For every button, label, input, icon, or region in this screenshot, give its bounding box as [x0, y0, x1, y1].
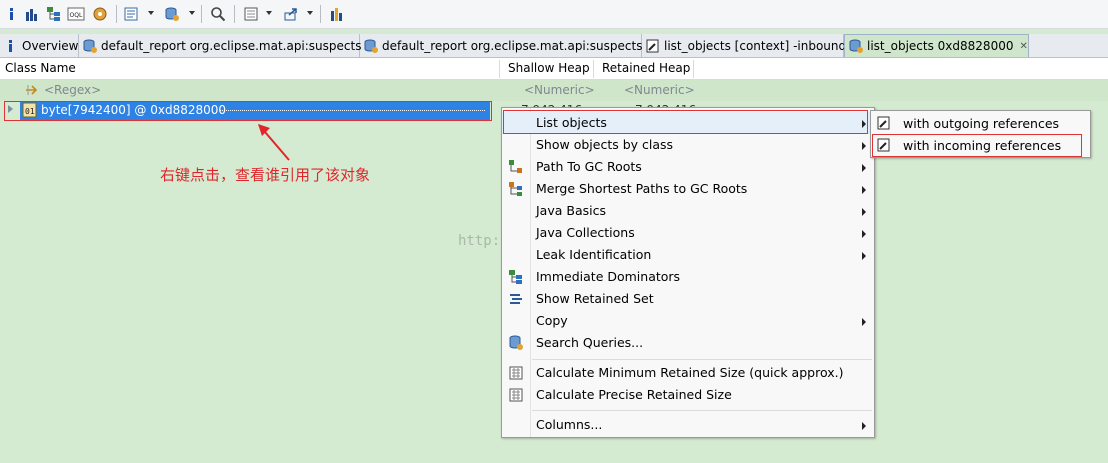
menu-item-show-objects-by-class[interactable]: Show objects by class — [502, 134, 874, 156]
column-class-name[interactable]: Class Name — [5, 58, 76, 79]
heap-dump-overview-icon[interactable] — [90, 4, 110, 24]
report-icon — [849, 39, 863, 53]
menu-item-immediate-dominators[interactable]: Immediate Dominators — [502, 266, 874, 288]
chevron-right-icon — [862, 252, 866, 260]
calculator-icon — [508, 387, 524, 403]
chevron-down-icon[interactable] — [148, 11, 154, 15]
menu-separator — [532, 410, 872, 411]
menu-item-label: Leak Identification — [536, 247, 652, 262]
tab-label: list_objects [context] -inbound — [664, 38, 847, 53]
column-shallow-heap[interactable]: Shallow Heap — [508, 58, 590, 79]
menu-item-java-collections[interactable]: Java Collections — [502, 222, 874, 244]
menu-item-search-queries[interactable]: Search Queries... — [502, 332, 874, 354]
menu-item-label: with outgoing references — [903, 116, 1060, 131]
regex-filter-icon — [24, 82, 40, 101]
chevron-right-icon — [862, 208, 866, 216]
highlight-box-incoming — [872, 134, 1082, 157]
tab-label: default_report org.eclipse.mat.api:suspe… — [101, 38, 362, 53]
menu-item-label: Columns... — [536, 417, 603, 432]
menu-item-label: Calculate Minimum Retained Size (quick a… — [536, 365, 844, 380]
menu-item-label: Calculate Precise Retained Size — [536, 387, 732, 402]
menu-item-columns[interactable]: Columns... — [502, 414, 874, 436]
report-icon — [83, 39, 97, 53]
oql-icon[interactable]: OQL — [66, 4, 86, 24]
menu-item-label: Immediate Dominators — [536, 269, 681, 284]
gc-roots-icon — [508, 159, 524, 175]
outgoing-references-icon — [877, 116, 893, 132]
close-icon[interactable]: ✕ — [1019, 41, 1027, 52]
toolbar: OQL — [0, 0, 1108, 29]
query-history-icon[interactable] — [162, 4, 182, 24]
highlight-box-list-objects — [503, 110, 868, 134]
menu-item-show-retained-set[interactable]: Show Retained Set — [502, 288, 874, 310]
chevron-right-icon — [862, 318, 866, 326]
annotation-arrow — [258, 124, 290, 161]
tab-label: list_objects 0xd8828000 — [867, 39, 1014, 53]
group-by-icon[interactable] — [327, 4, 347, 24]
table-header: Class Name Shallow Heap Retained Heap — [0, 58, 1108, 80]
column-retained-heap[interactable]: Retained Heap — [602, 58, 690, 79]
filter-row: <Regex> <Numeric> <Numeric> — [0, 80, 1108, 101]
menu-item-label: Merge Shortest Paths to GC Roots — [536, 181, 748, 196]
menu-item-calc-min-retained[interactable]: Calculate Minimum Retained Size (quick a… — [502, 362, 874, 384]
menu-item-path-to-gc-roots[interactable]: Path To GC Roots — [502, 156, 874, 178]
shallow-numeric-filter[interactable]: <Numeric> — [524, 83, 595, 97]
menu-item-copy[interactable]: Copy — [502, 310, 874, 332]
chevron-down-icon[interactable] — [307, 11, 313, 15]
regex-filter-input[interactable]: <Regex> — [44, 83, 101, 97]
highlight-box-row — [4, 101, 492, 121]
report-icon — [364, 39, 378, 53]
tab-overview[interactable]: Overview — [0, 34, 79, 57]
menu-item-label: Path To GC Roots — [536, 159, 642, 174]
tab-list-objects-inbound[interactable]: list_objects [context] -inbound — [642, 34, 847, 57]
dominator-tree-icon[interactable] — [44, 4, 64, 24]
dominators-icon — [508, 269, 524, 285]
list-objects-icon — [646, 39, 660, 53]
menu-item-outgoing-references[interactable]: with outgoing references — [871, 113, 1090, 134]
menu-item-merge-shortest-paths[interactable]: Merge Shortest Paths to GC Roots — [502, 178, 874, 200]
search-queries-icon — [508, 335, 524, 351]
histogram-icon[interactable] — [22, 4, 42, 24]
menu-item-label: Search Queries... — [536, 335, 644, 350]
calculate-icon[interactable] — [241, 4, 261, 24]
menu-item-label: Show Retained Set — [536, 291, 654, 306]
merge-paths-icon — [508, 181, 524, 197]
tab-default-report-1[interactable]: default_report org.eclipse.mat.api:suspe… — [79, 34, 362, 57]
editor-tabs: Overview default_report org.eclipse.mat.… — [0, 34, 1108, 58]
info-icon — [4, 39, 18, 53]
menu-item-calc-precise-retained[interactable]: Calculate Precise Retained Size — [502, 384, 874, 406]
retained-numeric-filter[interactable]: <Numeric> — [624, 83, 695, 97]
tab-list-objects-0xd8828000[interactable]: list_objects 0xd8828000 ✕ — [844, 34, 1029, 57]
tab-label: default_report org.eclipse.mat.api:suspe… — [382, 38, 643, 53]
chevron-right-icon — [862, 142, 866, 150]
svg-text:OQL: OQL — [70, 12, 83, 19]
menu-item-java-basics[interactable]: Java Basics — [502, 200, 874, 222]
tab-default-report-2[interactable]: default_report org.eclipse.mat.api:suspe… — [360, 34, 642, 57]
menu-item-label: Copy — [536, 313, 568, 328]
context-menu: List objects Show objects by class Path … — [501, 107, 875, 438]
query-browser-icon[interactable] — [121, 4, 141, 24]
menu-item-label: Show objects by class — [536, 137, 674, 152]
annotation-text: 右键点击，查看谁引用了该对象 — [160, 166, 371, 184]
chevron-right-icon — [862, 164, 866, 172]
chevron-right-icon — [862, 422, 866, 430]
menu-item-label: Java Basics — [536, 203, 606, 218]
menu-item-leak-identification[interactable]: Leak Identification — [502, 244, 874, 266]
export-icon[interactable] — [281, 4, 301, 24]
retained-set-icon — [508, 291, 524, 307]
tab-label: Overview — [22, 38, 79, 53]
chevron-down-icon[interactable] — [189, 11, 195, 15]
search-icon[interactable] — [208, 4, 228, 24]
menu-item-label: Java Collections — [536, 225, 635, 240]
chevron-right-icon — [862, 186, 866, 194]
info-icon[interactable] — [1, 4, 21, 24]
calculator-icon — [508, 365, 524, 381]
chevron-down-icon[interactable] — [266, 11, 272, 15]
chevron-right-icon — [862, 230, 866, 238]
menu-separator — [532, 359, 872, 360]
